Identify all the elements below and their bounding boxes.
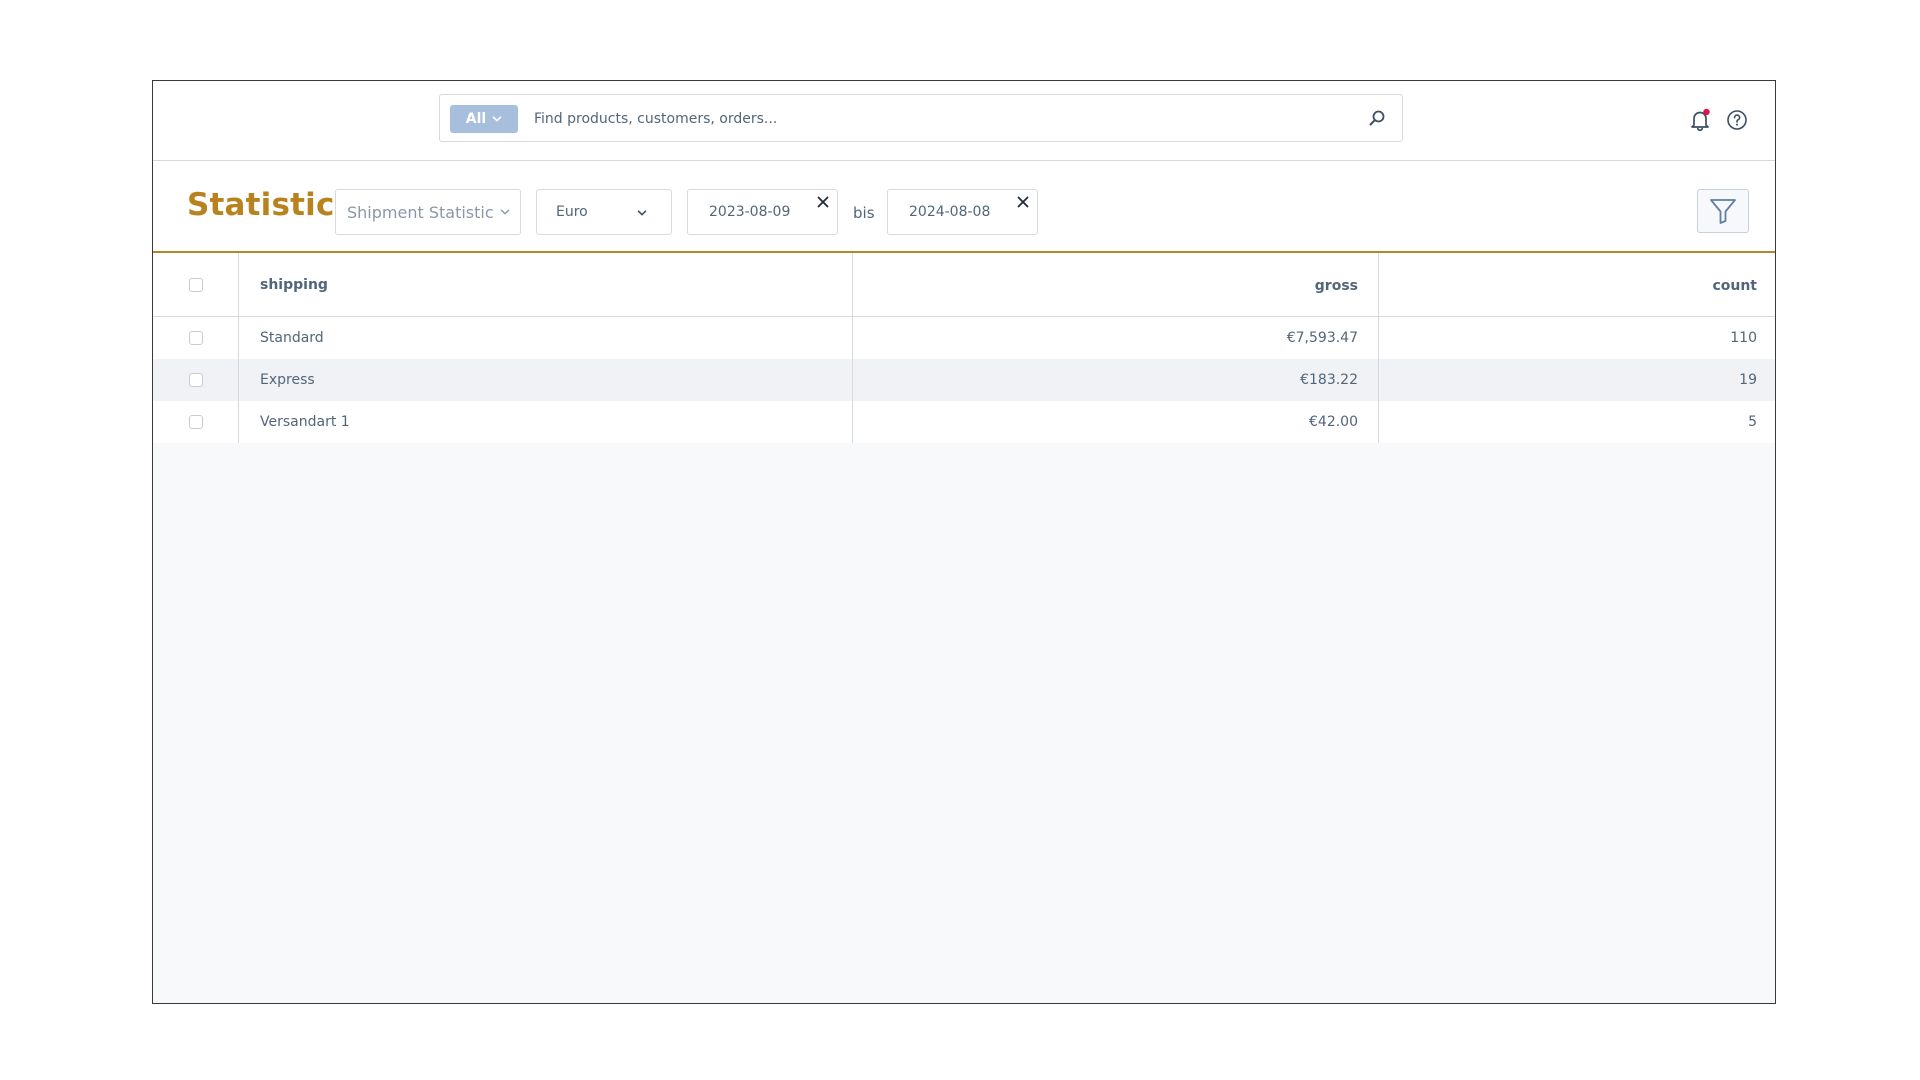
- chevron-down-icon: [500, 209, 509, 215]
- search-scope-dropdown[interactable]: All: [450, 105, 518, 133]
- chevron-down-icon: [492, 116, 502, 122]
- shipping-cell: Versandart 1: [239, 401, 853, 443]
- statistic-table: shipping gross count Standard €7,593.47 …: [153, 253, 1775, 443]
- row-select-cell: [153, 359, 239, 401]
- table-header-row: shipping gross count: [153, 253, 1775, 317]
- statistic-type-value: Shipment Statistic: [347, 202, 494, 222]
- table-row[interactable]: Versandart 1 €42.00 5: [153, 401, 1775, 443]
- app-window: All Statistic Shipment Statist: [152, 80, 1776, 1004]
- column-header-count[interactable]: count: [1379, 253, 1775, 316]
- select-all-cell: [153, 253, 239, 316]
- shipping-cell: Express: [239, 359, 853, 401]
- shipping-cell: Standard: [239, 317, 853, 359]
- filter-icon: [1710, 199, 1736, 224]
- currency-value: Euro: [556, 204, 588, 220]
- row-checkbox[interactable]: [188, 331, 203, 345]
- count-cell: 110: [1730, 330, 1757, 346]
- count-cell: 19: [1739, 372, 1757, 388]
- table-row[interactable]: Express €183.22 19: [153, 359, 1775, 401]
- filter-button[interactable]: [1697, 189, 1749, 233]
- date-to-value: 2024-08-08: [909, 204, 991, 220]
- row-select-cell: [153, 317, 239, 359]
- statistic-toolbar: Statistic Shipment Statistic Euro 2023-0…: [153, 161, 1775, 253]
- gross-cell: €42.00: [853, 401, 1379, 443]
- row-checkbox[interactable]: [188, 373, 203, 387]
- gross-cell: €183.22: [853, 359, 1379, 401]
- page-title: Statistic: [187, 187, 335, 223]
- search-icon[interactable]: [1368, 109, 1386, 127]
- column-header-gross[interactable]: gross: [853, 253, 1379, 316]
- notifications-bell-icon[interactable]: [1687, 107, 1713, 133]
- date-from-field[interactable]: 2023-08-09: [687, 189, 838, 235]
- row-checkbox[interactable]: [188, 415, 203, 429]
- date-from-value: 2023-08-09: [709, 204, 791, 220]
- row-select-cell: [153, 401, 239, 443]
- help-icon[interactable]: [1725, 108, 1749, 132]
- gross-cell: €7,593.47: [853, 317, 1379, 359]
- search-scope-label: All: [465, 111, 487, 127]
- chevron-down-icon: [637, 210, 647, 216]
- select-all-checkbox[interactable]: [188, 277, 203, 292]
- search-input[interactable]: [532, 95, 1356, 143]
- clear-date-to-icon[interactable]: [1015, 194, 1031, 210]
- table-row[interactable]: Standard €7,593.47 110: [153, 317, 1775, 359]
- clear-date-from-icon[interactable]: [815, 194, 831, 210]
- date-range-separator: bis: [853, 204, 875, 222]
- currency-select[interactable]: Euro: [536, 189, 672, 235]
- notification-dot: [1703, 108, 1710, 116]
- statistic-type-select[interactable]: Shipment Statistic: [335, 189, 521, 235]
- column-header-shipping[interactable]: shipping: [239, 253, 853, 316]
- date-to-field[interactable]: 2024-08-08: [887, 189, 1038, 235]
- global-search: All: [439, 94, 1403, 143]
- count-cell: 5: [1748, 414, 1757, 430]
- top-bar: All: [153, 81, 1775, 161]
